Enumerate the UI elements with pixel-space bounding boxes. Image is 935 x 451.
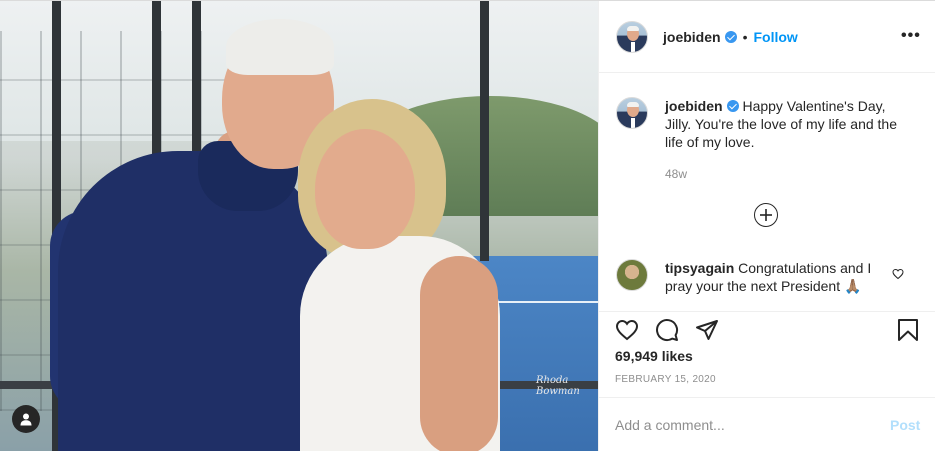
photo-person-woman-head	[315, 129, 415, 249]
share-button[interactable]	[693, 316, 721, 344]
post-dialog: Rhoda Bowman joebiden • Follow ••• joebi…	[0, 0, 935, 451]
comment-button[interactable]	[653, 316, 681, 344]
bookmark-icon	[898, 319, 918, 341]
comment-like-button[interactable]	[892, 267, 904, 285]
post-actions: 69,949 likes FEBRUARY 15, 2020	[599, 311, 935, 397]
comment-icon	[656, 319, 679, 342]
verified-badge-icon	[724, 31, 737, 43]
photo-fence-post	[480, 1, 489, 261]
photo-person-man-hair	[226, 19, 334, 75]
post-comment-button[interactable]: Post	[890, 417, 920, 433]
like-button[interactable]	[613, 316, 641, 344]
more-options-icon[interactable]: •••	[901, 27, 921, 45]
tagged-users-button[interactable]	[12, 405, 40, 433]
likes-count[interactable]: 69,949 likes	[615, 348, 693, 364]
avatar[interactable]	[616, 21, 648, 53]
caption-avatar[interactable]	[616, 97, 648, 129]
header-username[interactable]: joebiden	[663, 29, 721, 45]
separator-dot: •	[742, 29, 748, 45]
comment-username[interactable]: tipsyagain	[665, 260, 734, 276]
heart-icon	[892, 268, 904, 280]
heart-icon	[615, 319, 639, 341]
comment-avatar[interactable]	[616, 259, 648, 291]
photo-watermark: Rhoda Bowman	[536, 375, 580, 397]
verified-badge-icon	[726, 100, 739, 112]
post-photo[interactable]: Rhoda Bowman	[0, 1, 598, 451]
plus-icon	[760, 209, 772, 221]
post-side-panel: joebiden • Follow ••• joebiden Happy Val…	[598, 1, 935, 451]
caption-username[interactable]: joebiden	[665, 98, 723, 114]
photo-person-woman-arm	[420, 256, 498, 451]
load-more-comments-icon[interactable]	[754, 203, 778, 227]
share-icon	[696, 320, 718, 340]
comment-item: tipsyagain Congratulations and I pray yo…	[665, 259, 895, 295]
caption-time[interactable]: 48w	[665, 167, 687, 181]
post-header: joebiden • Follow •••	[599, 1, 935, 73]
post-date[interactable]: FEBRUARY 15, 2020	[615, 374, 716, 385]
add-comment-form: Post	[599, 397, 935, 451]
save-button[interactable]	[894, 316, 922, 344]
follow-button[interactable]: Follow	[753, 29, 797, 45]
header-user: joebiden • Follow	[663, 29, 798, 45]
comment-input[interactable]	[615, 414, 875, 436]
post-caption: joebiden Happy Valentine's Day, Jilly. Y…	[665, 97, 913, 151]
comments-list[interactable]: joebiden Happy Valentine's Day, Jilly. Y…	[599, 73, 935, 311]
user-icon	[20, 413, 32, 426]
